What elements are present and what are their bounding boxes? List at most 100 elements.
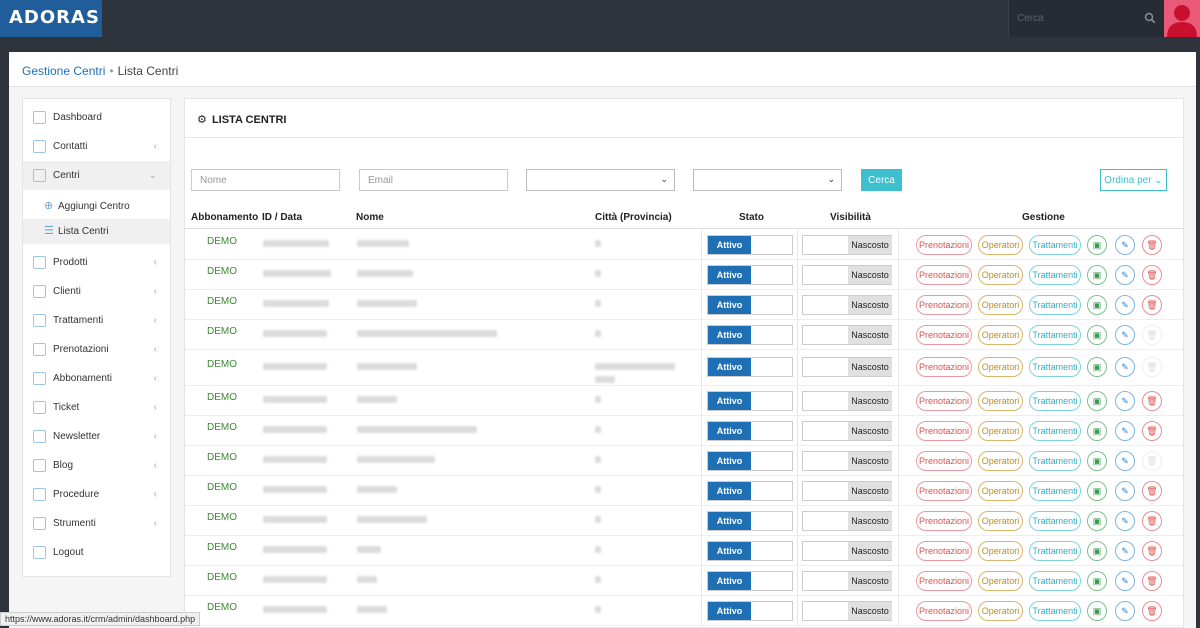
image-icon[interactable]: ▣	[1087, 391, 1107, 411]
sidebar-item-logout[interactable]: Logout	[23, 538, 170, 567]
edit-icon[interactable]: ✎	[1115, 265, 1135, 285]
trattamenti-button[interactable]: Trattamenti	[1029, 421, 1081, 441]
image-icon[interactable]: ▣	[1087, 481, 1107, 501]
image-icon[interactable]: ▣	[1087, 357, 1107, 377]
delete-icon[interactable]: 🗑	[1142, 295, 1162, 315]
prenotazioni-button[interactable]: Prenotazioni	[916, 451, 972, 471]
visibilita-toggle[interactable]: Nascosto	[802, 235, 892, 255]
visibilita-toggle[interactable]: Nascosto	[802, 421, 892, 441]
delete-icon[interactable]: 🗑	[1142, 511, 1162, 531]
stato-toggle[interactable]: Attivo	[707, 235, 793, 255]
visibilita-toggle[interactable]: Nascosto	[802, 325, 892, 345]
visibilita-toggle[interactable]: Nascosto	[802, 541, 892, 561]
visibilita-toggle[interactable]: Nascosto	[802, 451, 892, 471]
edit-icon[interactable]: ✎	[1115, 541, 1135, 561]
image-icon[interactable]: ▣	[1087, 235, 1107, 255]
sidebar-item-ticket[interactable]: Ticket ‹	[23, 393, 170, 422]
stato-toggle[interactable]: Attivo	[707, 357, 793, 377]
ordina-per-button[interactable]: Ordina per ⌄	[1100, 169, 1167, 191]
trattamenti-button[interactable]: Trattamenti	[1029, 481, 1081, 501]
image-icon[interactable]: ▣	[1087, 601, 1107, 621]
delete-icon[interactable]: 🗑	[1142, 235, 1162, 255]
operatori-button[interactable]: Operatori	[978, 391, 1023, 411]
sidebar-subitem-lista-centri[interactable]: ☰ Lista Centri	[23, 219, 170, 244]
image-icon[interactable]: ▣	[1087, 421, 1107, 441]
edit-icon[interactable]: ✎	[1115, 357, 1135, 377]
image-icon[interactable]: ▣	[1087, 265, 1107, 285]
delete-icon[interactable]: 🗑	[1142, 391, 1162, 411]
trattamenti-button[interactable]: Trattamenti	[1029, 511, 1081, 531]
delete-icon[interactable]: 🗑	[1142, 265, 1162, 285]
stato-toggle[interactable]: Attivo	[707, 421, 793, 441]
trattamenti-button[interactable]: Trattamenti	[1029, 571, 1081, 591]
edit-icon[interactable]: ✎	[1115, 451, 1135, 471]
header-abbonamento[interactable]: Abbonamento	[191, 207, 258, 229]
visibilita-toggle[interactable]: Nascosto	[802, 601, 892, 621]
sidebar-item-trattamenti[interactable]: Trattamenti ‹	[23, 306, 170, 335]
nome-filter-input[interactable]	[191, 169, 340, 191]
operatori-button[interactable]: Operatori	[978, 295, 1023, 315]
stato-toggle[interactable]: Attivo	[707, 265, 793, 285]
stato-toggle[interactable]: Attivo	[707, 601, 793, 621]
visibilita-toggle[interactable]: Nascosto	[802, 391, 892, 411]
top-search-input[interactable]	[1009, 0, 1143, 37]
operatori-button[interactable]: Operatori	[978, 451, 1023, 471]
trattamenti-button[interactable]: Trattamenti	[1029, 265, 1081, 285]
operatori-button[interactable]: Operatori	[978, 421, 1023, 441]
sidebar-item-prenotazioni[interactable]: Prenotazioni ‹	[23, 335, 170, 364]
breadcrumb-parent[interactable]: Gestione Centri	[22, 64, 105, 78]
prenotazioni-button[interactable]: Prenotazioni	[916, 421, 972, 441]
visibilita-toggle[interactable]: Nascosto	[802, 357, 892, 377]
stato-toggle[interactable]: Attivo	[707, 541, 793, 561]
prenotazioni-button[interactable]: Prenotazioni	[916, 325, 972, 345]
visibilita-toggle[interactable]: Nascosto	[802, 511, 892, 531]
trattamenti-button[interactable]: Trattamenti	[1029, 357, 1081, 377]
edit-icon[interactable]: ✎	[1115, 421, 1135, 441]
trattamenti-button[interactable]: Trattamenti	[1029, 391, 1081, 411]
image-icon[interactable]: ▣	[1087, 541, 1107, 561]
edit-icon[interactable]: ✎	[1115, 511, 1135, 531]
image-icon[interactable]: ▣	[1087, 571, 1107, 591]
header-id-data[interactable]: ID / Data	[262, 207, 302, 229]
operatori-button[interactable]: Operatori	[978, 481, 1023, 501]
prenotazioni-button[interactable]: Prenotazioni	[916, 511, 972, 531]
image-icon[interactable]: ▣	[1087, 325, 1107, 345]
edit-icon[interactable]: ✎	[1115, 235, 1135, 255]
sidebar-item-centri[interactable]: Centri ⌄	[23, 161, 170, 190]
visibilita-toggle[interactable]: Nascosto	[802, 265, 892, 285]
operatori-button[interactable]: Operatori	[978, 601, 1023, 621]
operatori-button[interactable]: Operatori	[978, 511, 1023, 531]
image-icon[interactable]: ▣	[1087, 451, 1107, 471]
operatori-button[interactable]: Operatori	[978, 541, 1023, 561]
prenotazioni-button[interactable]: Prenotazioni	[916, 571, 972, 591]
stato-toggle[interactable]: Attivo	[707, 571, 793, 591]
delete-icon[interactable]: 🗑	[1142, 601, 1162, 621]
cerca-button[interactable]: Cerca	[861, 169, 902, 191]
prenotazioni-button[interactable]: Prenotazioni	[916, 391, 972, 411]
edit-icon[interactable]: ✎	[1115, 295, 1135, 315]
header-citta[interactable]: Città (Provincia)	[595, 207, 672, 229]
trattamenti-button[interactable]: Trattamenti	[1029, 601, 1081, 621]
operatori-button[interactable]: Operatori	[978, 265, 1023, 285]
user-avatar[interactable]	[1164, 0, 1200, 37]
operatori-button[interactable]: Operatori	[978, 571, 1023, 591]
prenotazioni-button[interactable]: Prenotazioni	[916, 295, 972, 315]
sidebar-subitem-aggiungi-centro[interactable]: ⊕ Aggiungi Centro	[23, 194, 170, 219]
image-icon[interactable]: ▣	[1087, 295, 1107, 315]
sidebar-item-blog[interactable]: Blog ‹	[23, 451, 170, 480]
delete-icon[interactable]: 🗑	[1142, 541, 1162, 561]
trattamenti-button[interactable]: Trattamenti	[1029, 451, 1081, 471]
sidebar-item-contatti[interactable]: Contatti ‹	[23, 132, 170, 161]
trattamenti-button[interactable]: Trattamenti	[1029, 541, 1081, 561]
stato-toggle[interactable]: Attivo	[707, 391, 793, 411]
operatori-button[interactable]: Operatori	[978, 325, 1023, 345]
sidebar-item-newsletter[interactable]: Newsletter ‹	[23, 422, 170, 451]
prenotazioni-button[interactable]: Prenotazioni	[916, 601, 972, 621]
sidebar-item-dashboard[interactable]: Dashboard	[23, 103, 170, 132]
trattamenti-button[interactable]: Trattamenti	[1029, 235, 1081, 255]
header-visibilita[interactable]: Visibilità	[830, 207, 871, 229]
trattamenti-button[interactable]: Trattamenti	[1029, 325, 1081, 345]
stato-toggle[interactable]: Attivo	[707, 481, 793, 501]
filter-select-1[interactable]: ⌄	[526, 169, 675, 191]
brand-logo[interactable]: ADORAS	[0, 0, 102, 37]
